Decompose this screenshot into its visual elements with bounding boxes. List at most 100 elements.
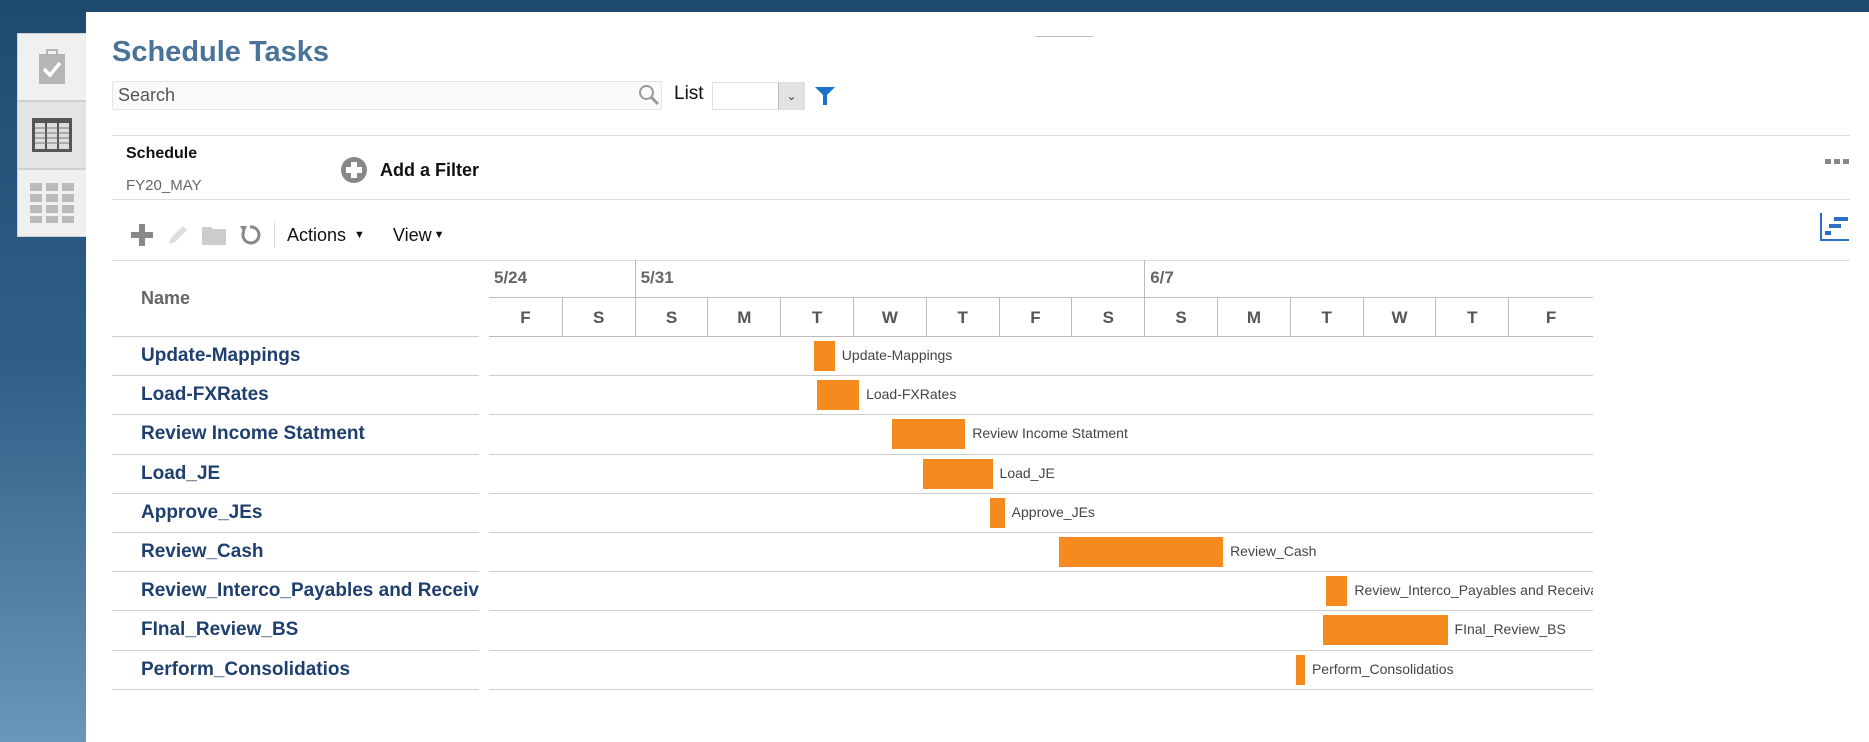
task-bar-label: Review_Cash [1230,543,1317,559]
day-label: T [780,298,853,337]
actions-menu[interactable]: Actions ▼ [287,225,365,246]
schedule-label: Schedule [126,145,198,162]
tab-tasks[interactable] [17,33,86,101]
day-label: S [1071,298,1144,337]
top-bar [0,0,1869,12]
pencil-icon [169,226,187,244]
task-bar[interactable] [813,341,835,371]
gantt-row: Update-Mappings [489,337,1593,377]
folder-button[interactable] [196,225,232,245]
panel-drag-handle[interactable] [1036,36,1093,37]
task-name-link[interactable]: Load-FXRates [112,376,479,416]
task-bar-label: Load-FXRates [866,386,957,403]
refresh-button[interactable] [232,224,268,246]
day-label: T [1289,298,1363,337]
caret-down-icon: ▼ [354,229,365,241]
task-name-link[interactable]: Review Income Statment [112,415,479,455]
task-name-link[interactable]: FInal_Review_BS [112,611,479,651]
day-label: F [1508,298,1593,337]
task-name-link[interactable]: Perform_Consolidatios [112,651,479,690]
task-name-link[interactable]: Approve_JEs [112,494,479,533]
schedule-table-icon [32,118,72,152]
gantt-row: Load-FXRates [489,376,1593,416]
search-input[interactable] [112,81,662,110]
name-column-header: Name [112,260,479,337]
caret-down-icon: ▼ [433,229,445,241]
clipboard-check-icon [39,49,65,84]
refresh-icon [240,225,261,245]
week-label: 6/7 [1144,260,1174,298]
gantt-chart: 5/24 5/31 6/7 FSSMTWTFSSMTWTF Update-Mappi… [489,260,1593,691]
panel-pointer [451,12,479,24]
task-bar[interactable] [892,419,966,450]
task-bar-label: Review_Interco_Payables and Receivables [1354,582,1593,599]
gantt-row: Approve_JEs [489,494,1593,533]
gantt-row: Review_Interco_Payables and Receivables [489,572,1593,612]
list-label: List [674,83,704,104]
week-label: 5/31 [634,260,674,298]
task-name-link[interactable]: Load_JE [112,455,479,494]
task-name-link[interactable]: Review_Cash [112,533,479,573]
toolbar-separator [274,222,275,248]
add-button[interactable] [124,224,160,246]
gantt-row: Load_JE [489,455,1593,494]
plus-icon [131,224,153,246]
gantt-row: Perform_Consolidatios [489,651,1593,690]
day-header-row: FSSMTWTFSSMTWTF [489,298,1593,337]
view-label: View [392,224,432,245]
add-filter-button[interactable]: Add a Filter [340,156,479,184]
day-label: T [1435,298,1508,337]
page-title: Schedule Tasks [112,36,330,68]
task-bar[interactable] [1295,654,1305,685]
tab-grid[interactable] [17,169,86,237]
gantt-row: Review_Cash [489,533,1593,573]
tab-schedule[interactable] [17,101,86,169]
more-options-icon[interactable] [1825,158,1849,166]
task-bar-label: FInal_Review_BS [1454,621,1566,638]
task-bar[interactable] [1326,576,1348,607]
gantt-view-icon[interactable] [1820,212,1850,242]
day-label: M [1217,298,1290,337]
gantt-row: Review Income Statment [489,415,1593,455]
edit-button[interactable] [160,224,196,246]
task-bar-label: Approve_JEs [1011,503,1095,520]
day-label: F [998,298,1072,337]
day-label: S [1144,298,1217,337]
grid-icon [30,183,74,223]
task-bar-label: Perform_Consolidatios [1311,660,1454,677]
day-label: W [1362,298,1436,337]
day-label: F [520,307,531,327]
add-filter-label: Add a Filter [380,159,480,180]
day-label: S [561,298,635,337]
task-name-link[interactable]: Update-Mappings [112,337,479,377]
gantt-row: FInal_Review_BS [489,611,1593,651]
chevron-down-icon[interactable]: ⌄ [778,83,804,109]
task-bar-label: Update-Mappings [841,347,953,363]
day-label: T [925,298,999,337]
task-bar-label: Load_JE [999,464,1055,481]
day-label: M [707,298,780,337]
plus-circle-icon [341,157,367,183]
divider [112,135,1850,136]
task-bar-label: Review Income Statment [972,425,1128,442]
actions-label: Actions [287,224,347,245]
search-icon[interactable] [638,84,660,106]
schedule-value[interactable]: FY20_MAY [126,177,202,194]
folder-icon [202,227,226,245]
task-bar[interactable] [1323,615,1448,646]
week-label: 5/24 [494,268,528,287]
day-label: W [853,298,926,337]
task-name-link[interactable]: Review_Interco_Payables and Receivables [112,572,479,612]
divider [112,199,1850,200]
task-bar[interactable] [922,458,993,489]
week-header-row: 5/24 5/31 6/7 [489,260,1593,298]
task-name-column: Name Update-Mappings Load-FXRates Review I… [112,260,479,690]
task-bar[interactable] [816,380,860,411]
toolbar: Actions ▼ View ▼ [124,220,473,250]
task-bar[interactable] [989,497,1005,528]
view-menu[interactable]: View ▼ [393,225,445,246]
filter-icon[interactable] [815,87,835,105]
list-select[interactable]: ⌄ [712,82,805,110]
day-label: S [634,298,708,337]
task-bar[interactable] [1059,537,1224,567]
